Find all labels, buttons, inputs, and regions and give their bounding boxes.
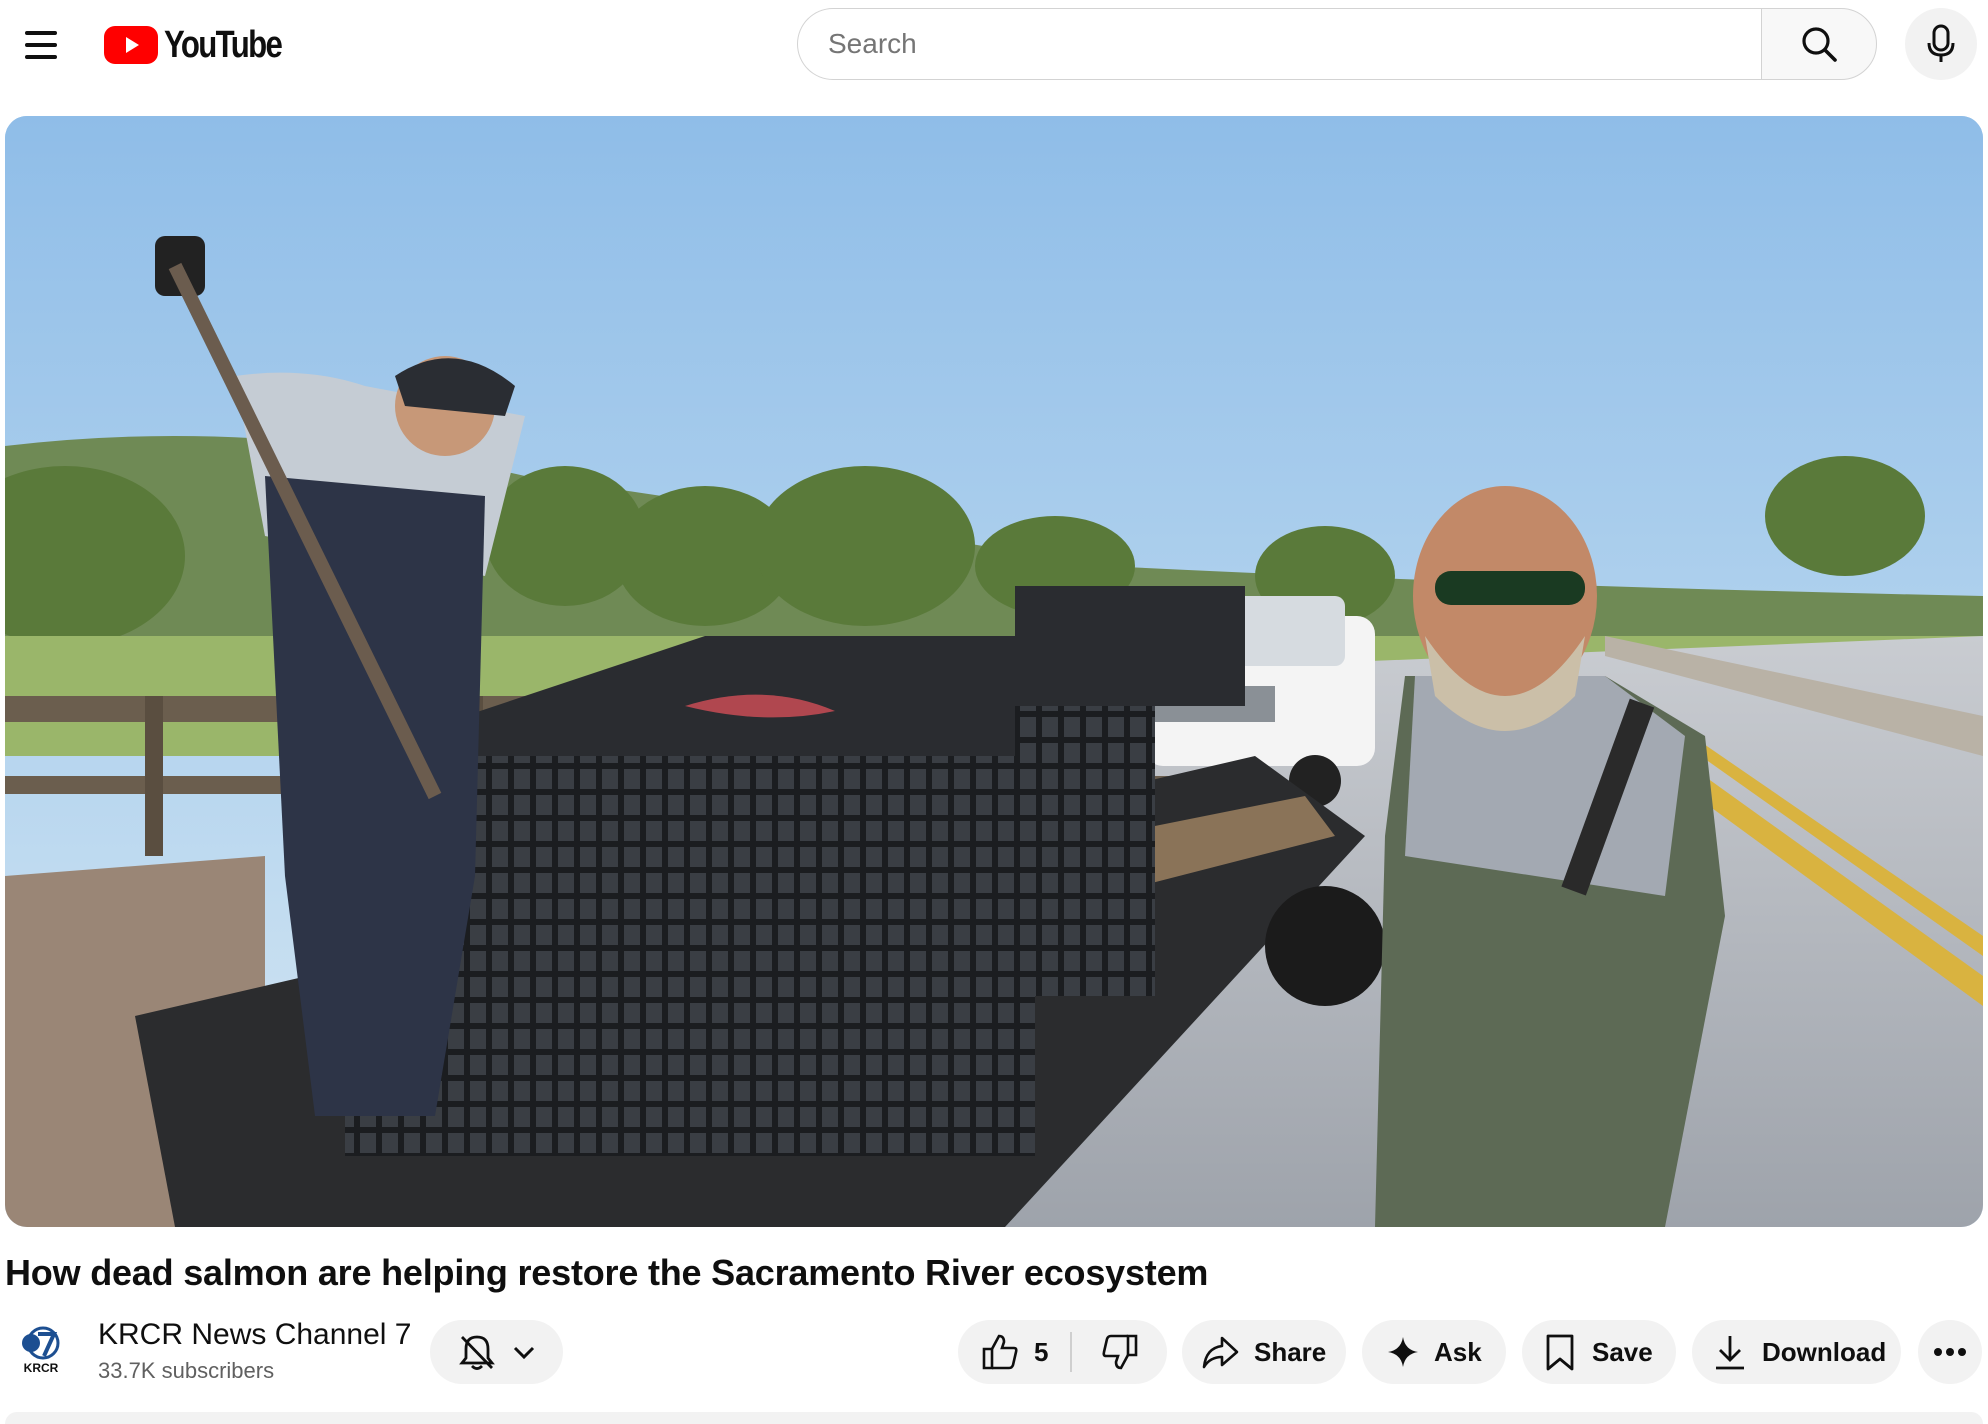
masthead: YouTube [0, 0, 1988, 90]
share-button[interactable]: Share [1182, 1320, 1346, 1384]
share-label: Share [1254, 1336, 1327, 1367]
hamburger-icon-line [25, 31, 57, 35]
hamburger-icon-line [25, 55, 57, 59]
bookmark-icon [1546, 1334, 1574, 1371]
thumbs-down-icon [1101, 1334, 1137, 1370]
video-frame [5, 116, 1983, 1227]
search-box [797, 8, 1877, 80]
youtube-play-icon [104, 26, 158, 64]
like-count: 5 [1034, 1336, 1049, 1367]
krcr-logo-icon: KRCR [22, 1326, 60, 1375]
search-input[interactable] [797, 8, 1761, 80]
dislike-button[interactable] [1072, 1320, 1167, 1384]
save-label: Save [1592, 1336, 1653, 1367]
ask-label: Ask [1434, 1336, 1482, 1367]
ask-button[interactable]: Ask [1362, 1320, 1506, 1384]
search-button[interactable] [1761, 8, 1877, 80]
sparkle-icon [1388, 1337, 1418, 1367]
bell-off-icon [458, 1335, 495, 1370]
share-icon [1202, 1336, 1239, 1369]
like-dislike-group: 5 [958, 1320, 1167, 1384]
chevron-down-icon [513, 1346, 534, 1360]
voice-search-button[interactable] [1905, 8, 1977, 80]
microphone-icon [1927, 24, 1955, 62]
logo-text: YouTube [164, 23, 283, 66]
download-button[interactable]: Download [1692, 1320, 1901, 1384]
channel-avatar[interactable]: KRCR [14, 1322, 68, 1376]
more-horizontal-icon [1934, 1348, 1966, 1356]
more-actions-button[interactable] [1918, 1320, 1982, 1384]
description-box-edge [5, 1412, 1983, 1424]
subscriber-count: 33.7K subscribers [98, 1358, 275, 1383]
hamburger-icon-line [25, 43, 57, 47]
download-label: Download [1762, 1336, 1887, 1367]
like-button[interactable]: 5 [958, 1320, 1070, 1384]
download-icon [1716, 1336, 1744, 1370]
thumbs-up-icon [982, 1334, 1018, 1370]
video-title: How dead salmon are helping restore the … [5, 1252, 1209, 1293]
guide-menu-button[interactable] [18, 22, 64, 68]
channel-name[interactable]: KRCR News Channel 7 [98, 1318, 411, 1352]
youtube-logo[interactable]: YouTube [104, 24, 307, 66]
video-player[interactable] [5, 116, 1983, 1227]
save-button[interactable]: Save [1522, 1320, 1676, 1384]
search-icon [1802, 27, 1837, 62]
avatar-text: KRCR [24, 1361, 59, 1375]
notification-bell-button[interactable] [430, 1320, 563, 1384]
